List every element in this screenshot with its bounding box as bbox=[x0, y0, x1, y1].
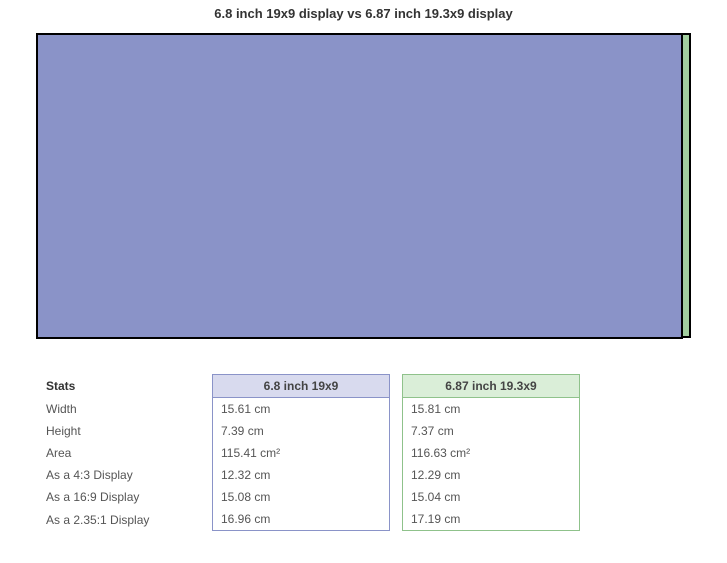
row-value-a: 12.32 cm bbox=[212, 464, 390, 486]
table-header-row: Stats 6.8 inch 19x9 6.87 inch 19.3x9 bbox=[38, 374, 580, 398]
row-label: Area bbox=[38, 442, 212, 464]
row-value-b: 116.63 cm² bbox=[402, 442, 580, 464]
display-overlay-diagram bbox=[36, 33, 691, 340]
row-value-a: 115.41 cm² bbox=[212, 442, 390, 464]
row-value-b: 12.29 cm bbox=[402, 464, 580, 486]
col-gap bbox=[390, 374, 402, 398]
table-row: As a 4:3 Display 12.32 cm 12.29 cm bbox=[38, 464, 580, 486]
col-gap bbox=[390, 486, 402, 508]
row-label: As a 2.35:1 Display bbox=[38, 508, 212, 531]
col-gap bbox=[390, 508, 402, 531]
table-row: As a 2.35:1 Display 16.96 cm 17.19 cm bbox=[38, 508, 580, 531]
col-gap bbox=[390, 398, 402, 420]
row-label: As a 16:9 Display bbox=[38, 486, 212, 508]
table-row: As a 16:9 Display 15.08 cm 15.04 cm bbox=[38, 486, 580, 508]
stats-header-label: Stats bbox=[38, 374, 212, 398]
table-row: Height 7.39 cm 7.37 cm bbox=[38, 420, 580, 442]
col-gap bbox=[390, 442, 402, 464]
row-value-b: 15.81 cm bbox=[402, 398, 580, 420]
page-title: 6.8 inch 19x9 display vs 6.87 inch 19.3x… bbox=[0, 6, 727, 21]
row-label: Height bbox=[38, 420, 212, 442]
table-row: Width 15.61 cm 15.81 cm bbox=[38, 398, 580, 420]
row-value-a: 7.39 cm bbox=[212, 420, 390, 442]
row-label: As a 4:3 Display bbox=[38, 464, 212, 486]
stats-table: Stats 6.8 inch 19x9 6.87 inch 19.3x9 Wid… bbox=[38, 374, 580, 531]
row-value-a: 16.96 cm bbox=[212, 508, 390, 531]
row-value-a: 15.08 cm bbox=[212, 486, 390, 508]
row-value-a: 15.61 cm bbox=[212, 398, 390, 420]
col-gap bbox=[390, 420, 402, 442]
col-gap bbox=[390, 464, 402, 486]
stats-header-b: 6.87 inch 19.3x9 bbox=[402, 374, 580, 398]
table-row: Area 115.41 cm² 116.63 cm² bbox=[38, 442, 580, 464]
row-value-b: 7.37 cm bbox=[402, 420, 580, 442]
row-label: Width bbox=[38, 398, 212, 420]
display-a-rect bbox=[36, 33, 683, 339]
row-value-b: 17.19 cm bbox=[402, 508, 580, 531]
row-value-b: 15.04 cm bbox=[402, 486, 580, 508]
stats-header-a: 6.8 inch 19x9 bbox=[212, 374, 390, 398]
